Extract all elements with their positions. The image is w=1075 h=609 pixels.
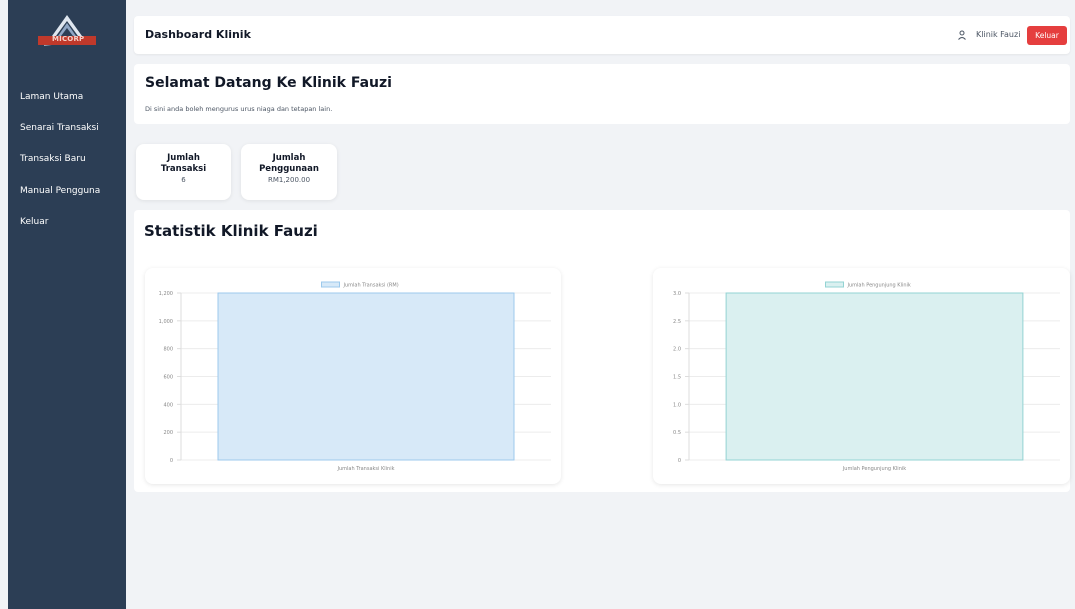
chart-pengunjung: 0 0.5 1.0 1.5 2.0 2.5 3.0 Jumlah Pengunjung Kli… [673,281,1060,472]
top-bar: Dashboard Klinik Klinik Fauzi Keluar [134,16,1070,54]
legend-swatch [321,281,340,288]
y-tick-label: 2.0 [673,347,681,353]
stat-label-line2: Transaksi [160,164,207,174]
y-tick-label: 800 [163,347,173,353]
user-name[interactable]: Klinik Fauzi [976,30,1020,39]
y-tick-label: 3.0 [673,291,681,297]
bar [217,292,515,461]
stat-label: Jumlah Transaksi [136,144,231,175]
legend-label: Jumlah Pengunjung Klinik [847,283,911,289]
x-tick-label: Jumlah Pengunjung Klinik [842,466,906,472]
nav-senarai-transaksi[interactable]: Senarai Transaksi [20,123,99,133]
sidebar: MICORP Laman Utama Senarai Transaksi Tra… [8,0,126,609]
legend-label: Jumlah Transaksi (RM) [343,283,399,289]
y-tick-label: 1.0 [673,402,681,408]
y-tick-label: 1.5 [673,375,681,381]
logout-button[interactable]: Keluar [1027,26,1067,45]
y-tick-label: 0.5 [673,430,681,436]
y-tick-label: 600 [163,375,173,381]
welcome-title: Selamat Datang Ke Klinik Fauzi [145,75,392,91]
x-tick-label: Jumlah Transaksi Klinik [337,466,395,472]
y-tick-label: 0 [170,458,173,464]
chart-card-transaksi: 0 200 400 600 800 1,000 1,200 Jumlah Transaksi … [145,268,561,484]
legend-swatch [825,281,844,288]
welcome-subtitle: Di sini anda boleh mengurus urus niaga d… [145,105,333,113]
stat-value: RM1,200.00 [267,176,311,184]
stat-label-line1: Jumlah [272,153,306,163]
stat-label-line1: Jumlah [167,153,200,163]
user-icon [958,30,966,40]
bar [725,292,1024,461]
nav-manual-pengguna[interactable]: Manual Pengguna [20,186,100,196]
stat-value: 6 [181,176,186,184]
y-tick-label: 200 [163,430,173,436]
y-tick-label: 1,200 [159,291,173,297]
chart-transaksi: 0 200 400 600 800 1,000 1,200 Jumlah Transaksi … [159,281,551,472]
stat-label-line2: Penggunaan [259,164,319,174]
stat-card-transaksi: Jumlah Transaksi 6 [136,144,231,200]
y-tick-label: 2.5 [673,319,681,325]
logo-text: MICORP [52,35,85,43]
micorp-logo[interactable]: MICORP [34,14,100,50]
nav-laman-utama[interactable]: Laman Utama [20,92,83,102]
section-title: Statistik Klinik Fauzi [144,222,318,240]
stat-card-penggunaan: Jumlah Penggunaan RM1,200.00 [241,144,337,200]
y-tick-label: 1,000 [159,319,173,325]
nav-keluar[interactable]: Keluar [20,217,48,227]
y-tick-label: 400 [163,402,173,408]
nav-transaksi-baru[interactable]: Transaksi Baru [20,154,86,164]
y-tick-label: 0 [678,458,681,464]
page-title: Dashboard Klinik [145,28,251,41]
stat-label: Jumlah Penggunaan [241,144,337,175]
welcome-card: Selamat Datang Ke Klinik Fauzi Di sini a… [134,64,1070,124]
chart-card-pengunjung: 0 0.5 1.0 1.5 2.0 2.5 3.0 Jumlah Pengunjung Kli… [653,268,1070,484]
